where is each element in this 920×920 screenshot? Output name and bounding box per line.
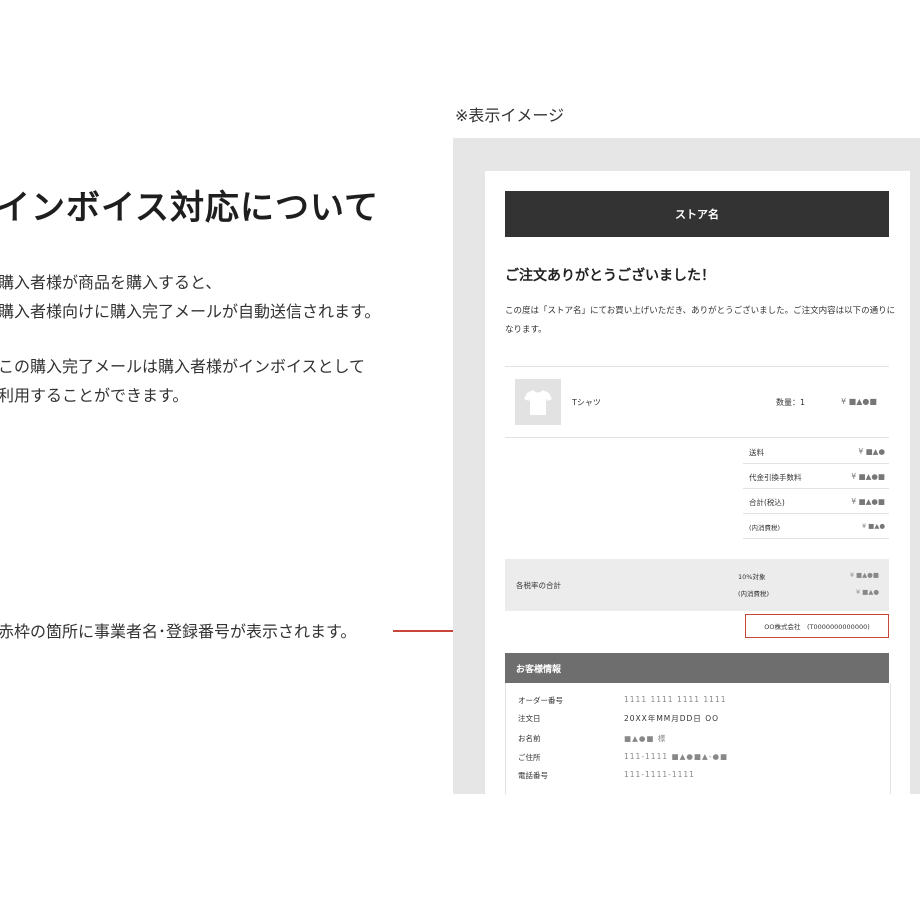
email-preview-frame: ストア名 ご注文ありがとうございました！ この度は「ストア名」にてお買い上げいた… bbox=[453, 138, 920, 794]
invoice-registration-box: OO株式会社 (T0000000000000) bbox=[745, 614, 889, 638]
divider bbox=[505, 366, 889, 367]
tax-rate-label: 10%対象 bbox=[738, 573, 766, 581]
customer-value: 111-1111-1111 bbox=[624, 770, 695, 779]
store-name: ストア名 bbox=[675, 208, 719, 221]
summary-row-cod-fee: 代金引換手数料 ¥ ■▲●■ bbox=[743, 464, 889, 489]
description-line: 購入者様が商品を購入すると、 bbox=[0, 273, 222, 292]
summary-value: ¥ ■▲● bbox=[861, 522, 885, 530]
summary-value: ¥ ■▲●■ bbox=[851, 497, 885, 506]
customer-row-phone: 電話番号 111-1111-1111 bbox=[518, 770, 878, 788]
preview-caption: ※表示イメージ bbox=[455, 106, 565, 125]
customer-info-body: オーダー番号 1111 1111 1111 1111 注文日 20XX年MM月D… bbox=[505, 683, 891, 794]
tshirt-icon bbox=[524, 390, 552, 415]
description-paragraph-1: 購入者様が商品を購入すると、 購入者様向けに購入完了メールが自動送信されます。 bbox=[0, 268, 380, 326]
summary-label: 送料 bbox=[749, 448, 764, 457]
customer-row-order-date: 注文日 20XX年MM月DD日 OO bbox=[518, 713, 878, 731]
email-paper: ストア名 ご注文ありがとうございました！ この度は「ストア名」にてお買い上げいた… bbox=[485, 171, 910, 794]
thanks-heading: ご注文ありがとうございました！ bbox=[505, 268, 715, 284]
customer-key: ご住所 bbox=[518, 753, 541, 762]
tax-rate-value: ¥ ■▲●■ bbox=[849, 571, 879, 579]
product-thumbnail bbox=[515, 379, 561, 425]
customer-value: ■▲●■ 様 bbox=[624, 734, 667, 743]
store-name-header: ストア名 bbox=[505, 191, 889, 237]
page-title: インボイス対応について bbox=[0, 188, 379, 228]
customer-value: 20XX年MM月DD日 OO bbox=[624, 714, 720, 723]
summary-label: 代金引換手数料 bbox=[749, 473, 802, 482]
summary-label: 合計(税込) bbox=[749, 498, 785, 507]
summary-row-shipping: 送料 ¥ ■▲● bbox=[743, 439, 889, 464]
divider bbox=[505, 437, 889, 438]
tax-rate-summary: 各税率の合計 10%対象 ¥ ■▲●■ (内消費税) ¥ ■▲● bbox=[505, 559, 889, 611]
callout-text: 赤枠の箇所に事業者名･登録番号が表示されます。 bbox=[0, 622, 357, 641]
description-line: 利用することができます。 bbox=[0, 386, 189, 405]
description-paragraph-2: この購入完了メールは購入者様がインボイスとして 利用することができます。 bbox=[0, 352, 365, 410]
customer-key: 電話番号 bbox=[518, 771, 548, 780]
customer-value: 111-1111 ■▲●■▲-●■ bbox=[624, 752, 729, 761]
item-quantity: 数量：1 bbox=[776, 398, 806, 407]
item-name: Tシャツ bbox=[572, 398, 601, 407]
customer-info-header: お客様情報 bbox=[505, 653, 889, 683]
item-price: ¥ ■▲●■ bbox=[841, 397, 877, 406]
customer-info-title: お客様情報 bbox=[516, 665, 562, 675]
description-line: この購入完了メールは購入者様がインボイスとして bbox=[0, 357, 366, 376]
customer-key: オーダー番号 bbox=[518, 696, 563, 705]
summary-row-total: 合計(税込) ¥ ■▲●■ bbox=[743, 489, 889, 514]
customer-value: 1111 1111 1111 1111 bbox=[624, 695, 727, 704]
customer-key: お名前 bbox=[518, 734, 541, 743]
summary-row-tax: (内消費税) ¥ ■▲● bbox=[743, 514, 889, 539]
summary-label: (内消費税) bbox=[749, 524, 781, 532]
tax-summary-label: 各税率の合計 bbox=[516, 581, 561, 590]
customer-row-name: お名前 ■▲●■ 様 bbox=[518, 733, 878, 751]
description-line: 購入者様向けに購入完了メールが自動送信されます。 bbox=[0, 302, 381, 321]
intro-text: この度は「ストア名」にてお買い上げいただき、ありがとうございました。ご注文内容は… bbox=[505, 306, 896, 335]
customer-row-order-number: オーダー番号 1111 1111 1111 1111 bbox=[518, 695, 878, 713]
customer-key: 注文日 bbox=[518, 714, 541, 723]
summary-value: ¥ ■▲● bbox=[858, 447, 885, 456]
tax-inner-value: ¥ ■▲● bbox=[855, 588, 879, 596]
summary-value: ¥ ■▲●■ bbox=[851, 472, 885, 481]
customer-row-address: ご住所 111-1111 ■▲●■▲-●■ bbox=[518, 752, 878, 770]
tax-inner-label: (内消費税) bbox=[738, 590, 770, 598]
